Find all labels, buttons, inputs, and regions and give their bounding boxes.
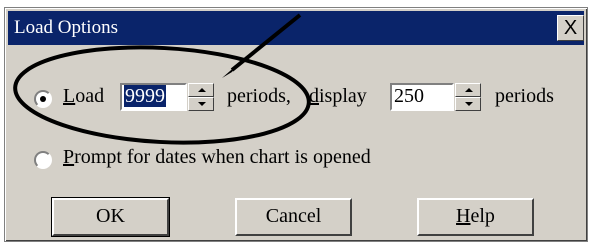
- periods-label: periods,: [227, 85, 291, 107]
- arrow-down-icon: [198, 102, 206, 106]
- spin-down-button[interactable]: [455, 97, 481, 111]
- load-periods-input[interactable]: 9999: [120, 83, 187, 111]
- help-button[interactable]: Help: [417, 198, 534, 236]
- display-periods-input[interactable]: 250: [390, 83, 454, 111]
- arrow-down-icon: [465, 102, 473, 106]
- load-periods-spinner[interactable]: [188, 83, 214, 111]
- prompt-label: Prompt for dates when chart is opened: [63, 146, 371, 168]
- load-radio[interactable]: [34, 90, 52, 108]
- cancel-label: Cancel: [265, 205, 322, 227]
- ok-label: OK: [96, 205, 125, 227]
- help-label: Help: [456, 205, 495, 227]
- display-label: display: [309, 85, 367, 107]
- load-label: Load: [63, 85, 105, 107]
- display-periods-value: 250: [394, 85, 424, 107]
- load-periods-value: 9999: [124, 85, 166, 107]
- display-unit-label: periods: [495, 85, 554, 107]
- prompt-radio[interactable]: [34, 151, 52, 169]
- radio-selected-dot: [40, 96, 46, 102]
- arrow-up-icon: [198, 88, 206, 92]
- spin-up-button[interactable]: [188, 83, 214, 97]
- close-button[interactable]: X: [557, 15, 584, 41]
- title-bar: Load Options X: [8, 11, 584, 45]
- cancel-button[interactable]: Cancel: [235, 198, 352, 236]
- arrow-up-icon: [465, 88, 473, 92]
- load-options-dialog: Load Options X Load 9999 periods, displa…: [4, 7, 588, 242]
- close-icon: X: [563, 17, 578, 39]
- window-title: Load Options: [14, 17, 118, 38]
- display-periods-spinner[interactable]: [455, 83, 481, 111]
- spin-down-button[interactable]: [188, 97, 214, 111]
- spin-up-button[interactable]: [455, 83, 481, 97]
- ok-button[interactable]: OK: [51, 197, 170, 237]
